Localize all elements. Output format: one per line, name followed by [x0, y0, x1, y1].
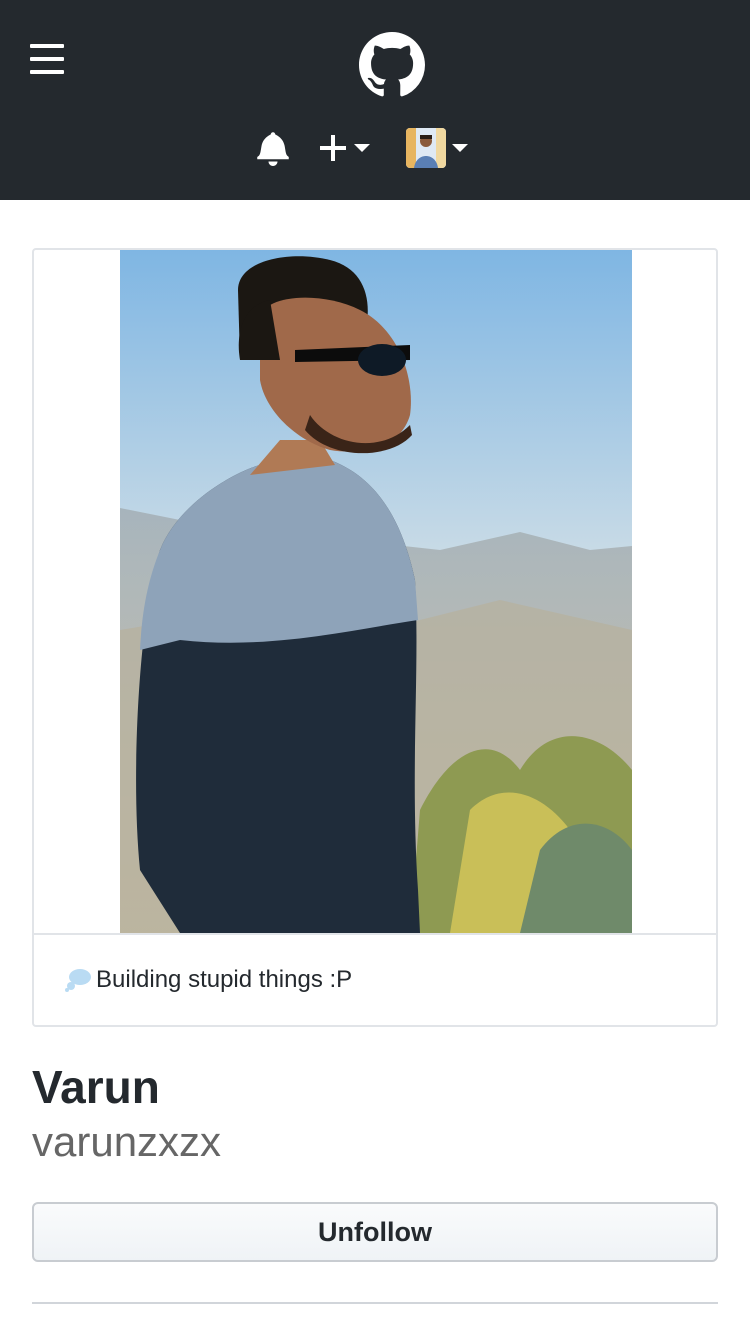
profile-card: Building stupid things :P [32, 248, 718, 1027]
divider [32, 1302, 718, 1304]
hamburger-menu-icon[interactable] [30, 44, 66, 78]
bell-icon[interactable] [256, 130, 290, 166]
plus-icon [320, 135, 346, 161]
header-actions [256, 126, 468, 170]
user-menu[interactable] [406, 128, 468, 168]
chevron-down-icon [354, 144, 370, 152]
unfollow-button[interactable]: Unfollow [32, 1202, 718, 1262]
profile-full-name: Varun [32, 1061, 160, 1113]
status-text: Building stupid things :P [96, 966, 353, 993]
user-status[interactable]: Building stupid things :P [34, 933, 716, 1025]
create-new-menu[interactable] [318, 133, 370, 163]
profile-photo[interactable] [120, 250, 632, 933]
profile-username: varunzxzx [32, 1118, 222, 1165]
thought-balloon-icon [65, 969, 91, 992]
app-header [0, 0, 750, 200]
chevron-down-icon [452, 144, 468, 152]
avatar [406, 128, 446, 168]
github-logo-icon[interactable] [359, 32, 425, 98]
